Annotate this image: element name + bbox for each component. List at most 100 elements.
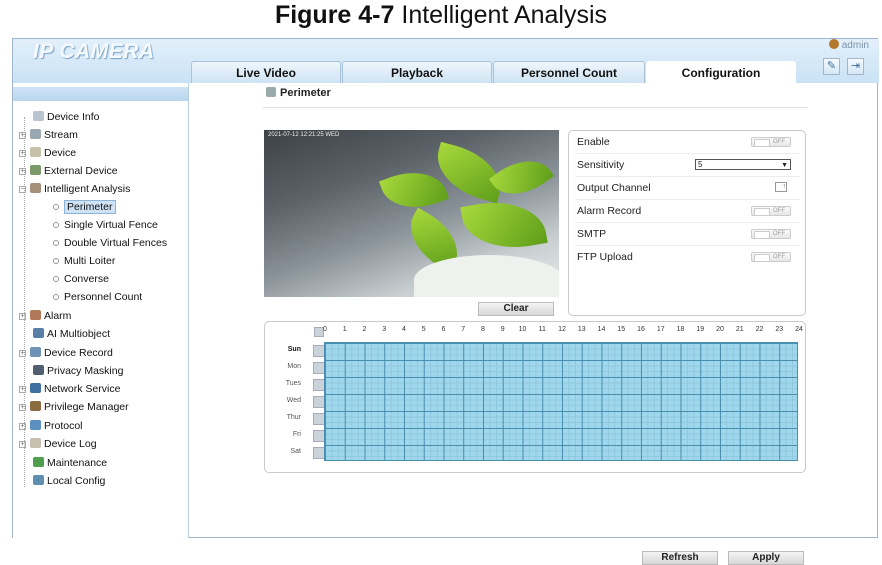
expand-icon[interactable]: + (19, 441, 26, 448)
logout-icon[interactable]: ⇥ (847, 58, 864, 75)
sidebar-header (13, 87, 188, 101)
sensitivity-row: Sensitivity 5 ▼ (577, 154, 799, 177)
hour-label: 23 (775, 326, 784, 333)
sidebar-item-double-virtual-fences[interactable]: Double Virtual Fences (53, 235, 167, 251)
hour-label: 4 (402, 326, 406, 333)
sidebar-item-external-device[interactable]: + External Device (19, 163, 118, 179)
sidebar-item-label: Device (44, 147, 77, 159)
sidebar-item-label: Personnel Count (64, 291, 143, 303)
day-label: Tues (285, 380, 301, 387)
enable-label: Enable (577, 136, 610, 148)
sidebar-item-label: Device Record (44, 347, 113, 359)
sidebar-item-converse[interactable]: Converse (53, 271, 109, 287)
sidebar-item-personnel-count[interactable]: Personnel Count (53, 289, 142, 305)
schedule-grid[interactable] (324, 342, 798, 461)
expand-icon[interactable]: + (19, 386, 26, 393)
camera-web-app: IP CAMERA admin Live Video Playback Pers… (12, 38, 879, 565)
refresh-button[interactable]: Refresh (642, 551, 718, 565)
apply-button[interactable]: Apply (728, 551, 804, 565)
sidebar-item-privilege-manager[interactable]: + Privilege Manager (19, 399, 129, 415)
sidebar-item-label: Privacy Masking (47, 365, 124, 377)
sidebar-item-label: External Device (44, 165, 118, 177)
sidebar-item-alarm[interactable]: + Alarm (19, 308, 71, 324)
hour-label: 7 (461, 326, 466, 333)
sidebar-item-label: Perimeter (64, 200, 116, 214)
sidebar-item-label: Alarm (44, 310, 72, 322)
hour-label: 5 (421, 326, 426, 333)
hour-label: 3 (382, 326, 387, 333)
user-icon (828, 39, 839, 49)
local-config-icon (33, 475, 44, 485)
collapse-icon[interactable]: − (19, 186, 26, 193)
network-icon (30, 383, 41, 393)
video-preview[interactable]: 2021-07-12 12:21:25 WED (264, 130, 559, 297)
sidebar-item-label: AI Multiobject (47, 328, 111, 340)
sensitivity-label: Sensitivity (577, 159, 625, 171)
chevron-down-icon: ▼ (781, 162, 788, 169)
edit-icon[interactable]: ✎ (823, 58, 840, 75)
hour-label: 18 (676, 326, 685, 333)
day-label: Thur (286, 414, 301, 421)
sidebar-item-network-service[interactable]: + Network Service (19, 381, 120, 397)
tab-configuration[interactable]: Configuration (646, 61, 796, 83)
expand-icon[interactable]: + (19, 404, 26, 411)
hour-label: 20 (716, 326, 724, 333)
sidebar-item-intelligent-analysis[interactable]: − Intelligent Analysis (19, 181, 130, 197)
sidebar-item-maintenance[interactable]: Maintenance (33, 455, 107, 471)
day-label: Fri (292, 431, 301, 438)
sidebar-item-single-virtual-fence[interactable]: Single Virtual Fence (53, 217, 158, 233)
sidebar-item-perimeter[interactable]: Perimeter (53, 199, 116, 215)
bullet-icon (53, 240, 59, 246)
sidebar-item-ai-multiobject[interactable]: AI Multiobject (33, 326, 110, 342)
day-label: Wed (286, 397, 301, 404)
hour-label: 15 (617, 326, 626, 333)
sidebar-item-local-config[interactable]: Local Config (33, 473, 105, 489)
sidebar-item-device-log[interactable]: + Device Log (19, 436, 97, 452)
sidebar-item-label: Device Info (47, 111, 100, 123)
output-channel-row: Output Channel ↑ (577, 177, 799, 200)
tab-playback[interactable]: Playback (342, 61, 492, 83)
ftp-upload-label: FTP Upload (577, 251, 633, 263)
expand-icon[interactable]: + (19, 313, 26, 320)
clear-button[interactable]: Clear (478, 302, 554, 316)
expand-icon[interactable]: + (19, 168, 26, 175)
bullet-icon (53, 294, 59, 300)
bullet-icon (53, 276, 59, 282)
sidebar-item-protocol[interactable]: + Protocol (19, 418, 83, 434)
alarm-record-toggle[interactable]: OFF (751, 206, 791, 216)
sensitivity-value: 5 (698, 160, 703, 169)
analysis-icon (30, 183, 41, 193)
alarm-icon (30, 310, 41, 320)
sidebar-item-device-record[interactable]: + Device Record (19, 345, 113, 361)
settings-panel: Enable OFF Sensitivity 5 ▼ Output Channel ↑ … (568, 130, 806, 316)
sidebar-item-label: Privilege Manager (44, 401, 129, 413)
expand-icon[interactable]: + (19, 423, 26, 430)
day-label: Sat (290, 448, 301, 455)
day-label: Mon (287, 363, 301, 370)
sensitivity-select[interactable]: 5 ▼ (695, 159, 791, 170)
stream-icon (30, 129, 41, 139)
sidebar-item-device[interactable]: + Device (19, 145, 76, 161)
output-channel-icon[interactable]: ↑ (775, 182, 787, 192)
sidebar-item-device-info[interactable]: Device Info (33, 109, 100, 125)
sidebar-item-label: Intelligent Analysis (44, 183, 131, 195)
expand-icon[interactable]: + (19, 350, 26, 357)
sidebar-item-multi-loiter[interactable]: Multi Loiter (53, 253, 115, 269)
tab-personnel-count[interactable]: Personnel Count (493, 61, 645, 83)
hour-label: 19 (696, 326, 705, 333)
hour-label: 24 (795, 326, 803, 333)
hour-label: 6 (441, 326, 446, 333)
day-label: Sun (287, 346, 301, 353)
expand-icon[interactable]: + (19, 150, 26, 157)
page-title-text: Perimeter (280, 87, 331, 99)
hour-label: 16 (637, 326, 645, 333)
sidebar-item-stream[interactable]: + Stream (19, 127, 78, 143)
perimeter-icon (266, 87, 276, 97)
enable-toggle[interactable]: OFF (751, 137, 791, 147)
expand-icon[interactable]: + (19, 132, 26, 139)
tab-live-video[interactable]: Live Video (191, 61, 341, 83)
page-title: Perimeter (266, 87, 331, 99)
sidebar-item-privacy-masking[interactable]: Privacy Masking (33, 363, 123, 379)
ftp-upload-toggle[interactable]: OFF (751, 252, 791, 262)
smtp-toggle[interactable]: OFF (751, 229, 791, 239)
